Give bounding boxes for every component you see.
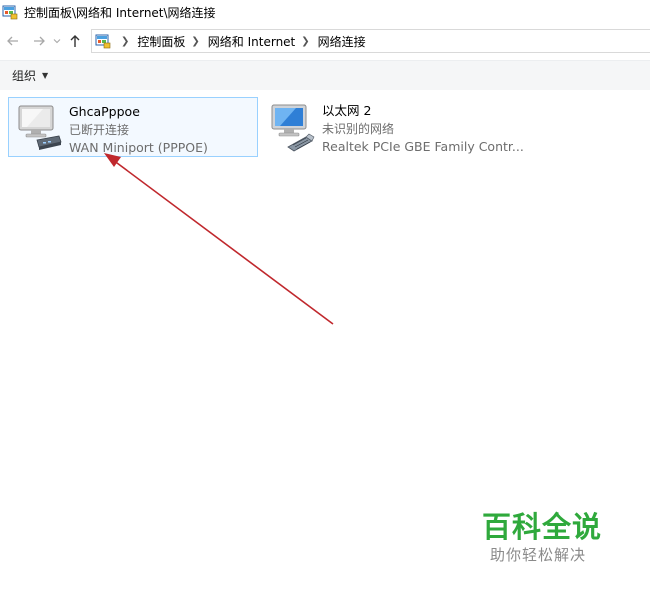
- control-panel-icon: [2, 5, 18, 20]
- connection-name: 以太网 2: [322, 103, 372, 118]
- breadcrumb-network-internet[interactable]: 网络和 Internet: [208, 33, 295, 50]
- connection-device: WAN Miniport (PPPOE): [69, 140, 208, 155]
- connection-name: GhcaPppoe: [69, 104, 140, 119]
- title-bar: 控制面板\网络和 Internet\网络连接: [0, 0, 650, 24]
- ethernet-connection-icon: [266, 101, 318, 153]
- caret-down-icon: ▼: [42, 71, 49, 80]
- arrow-up-icon: [70, 35, 80, 47]
- connection-item-ethernet-2[interactable]: 以太网 2 未识别的网络 Realtek PCIe GBE Family Con…: [262, 97, 532, 157]
- watermark-subtitle: 助你轻松解决: [490, 546, 587, 564]
- recent-locations-button[interactable]: [51, 29, 63, 53]
- command-bar: 组织 ▼: [0, 60, 650, 90]
- watermark-logo: 百科全说 助你轻松解决: [482, 510, 632, 580]
- navigation-bar: ❯ 控制面板 ❯ 网络和 Internet ❯ 网络连接: [0, 27, 650, 55]
- arrow-left-icon: [7, 36, 18, 46]
- organize-label: 组织: [12, 69, 37, 83]
- forward-button[interactable]: [29, 29, 49, 53]
- dialup-connection-icon: [13, 102, 65, 154]
- control-panel-icon: [95, 34, 111, 49]
- connection-status: 已断开连接: [69, 123, 130, 137]
- back-button[interactable]: [3, 29, 23, 53]
- connection-item-ghcapppoe[interactable]: GhcaPppoe 已断开连接 WAN Miniport (PPPOE): [8, 97, 258, 157]
- chevron-right-icon[interactable]: ❯: [121, 36, 129, 47]
- window-title: 控制面板\网络和 Internet\网络连接: [24, 5, 216, 20]
- breadcrumb-network-connections[interactable]: 网络连接: [318, 33, 366, 50]
- connection-details: GhcaPppoe 已断开连接 WAN Miniport (PPPOE): [69, 102, 208, 155]
- arrow-right-icon: [34, 36, 45, 46]
- organize-button[interactable]: 组织 ▼: [12, 67, 48, 84]
- up-button[interactable]: [65, 29, 85, 53]
- chevron-right-icon[interactable]: ❯: [301, 36, 309, 47]
- annotation-arrow-shaft: [112, 159, 334, 325]
- breadcrumb-control-panel[interactable]: 控制面板: [137, 33, 185, 50]
- connection-device: Realtek PCIe GBE Family Contr...: [322, 139, 524, 154]
- address-bar[interactable]: ❯ 控制面板 ❯ 网络和 Internet ❯ 网络连接: [91, 29, 650, 53]
- chevron-right-icon[interactable]: ❯: [191, 36, 199, 47]
- chevron-down-icon: [53, 39, 61, 44]
- connection-details: 以太网 2 未识别的网络 Realtek PCIe GBE Family Con…: [322, 101, 524, 154]
- connection-status: 未识别的网络: [322, 122, 395, 136]
- watermark-title: 百科全说: [482, 510, 603, 544]
